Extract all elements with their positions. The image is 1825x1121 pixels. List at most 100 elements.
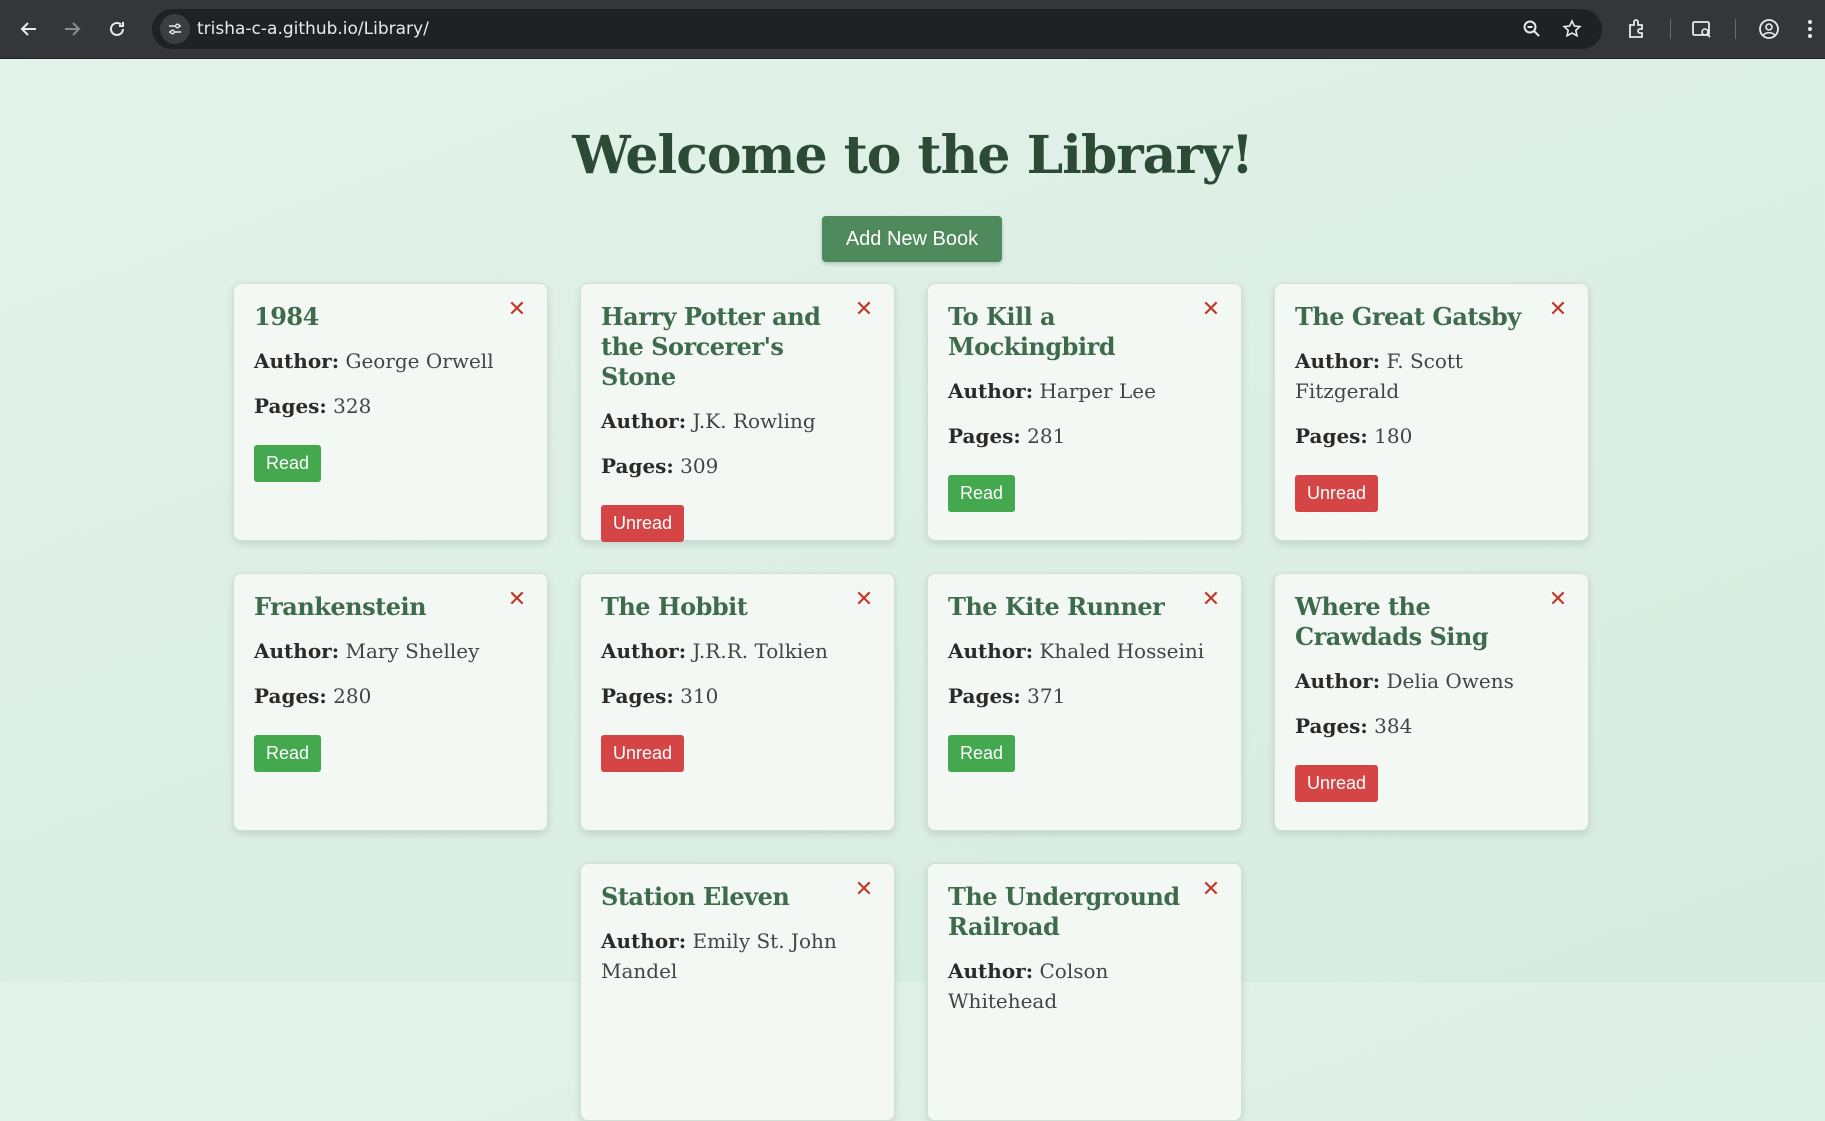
book-title: The Kite Runner [948,592,1165,621]
author-label: Author: [948,379,1034,403]
pages-value: 281 [1027,424,1066,448]
book-title: To Kill a Mockingbird [948,302,1116,361]
read-status-button[interactable]: Read [254,445,322,482]
book-author: Author: Emily St. John Mandel [601,926,874,986]
pages-label: Pages: [601,454,674,478]
book-pages: Pages: 281 [948,421,1221,451]
delete-book-button[interactable]: ✕ [505,588,529,612]
author-label: Author: [1295,669,1381,693]
author-label: Author: [601,639,687,663]
add-new-book-button[interactable]: Add New Book [822,216,1002,262]
read-status-button[interactable]: Unread [601,505,685,542]
delete-book-button[interactable]: ✕ [1546,588,1570,612]
author-label: Author: [254,639,340,663]
read-status-button[interactable]: Unread [601,735,685,772]
delete-book-button[interactable]: ✕ [1546,298,1570,322]
profile-icon[interactable] [1755,15,1783,43]
forward-icon[interactable] [53,10,91,48]
book-card: ✕ 1984 Author: George Orwell Pages: 328 … [233,283,548,541]
book-title: The Hobbit [601,592,748,621]
reload-icon[interactable] [98,10,136,48]
address-bar[interactable]: trisha-c-a.github.io/Library/ [152,9,1602,49]
delete-book-button[interactable]: ✕ [1199,588,1223,612]
author-label: Author: [601,929,687,953]
author-value: Khaled Hosseini [1039,639,1205,663]
pages-label: Pages: [254,394,327,418]
read-status-button[interactable]: Read [948,475,1016,512]
book-pages: Pages: 180 [1295,421,1568,451]
bookmark-star-icon[interactable] [1560,17,1584,41]
author-value: J.K. Rowling [692,409,816,433]
tab-search-icon[interactable] [1688,15,1716,43]
author-label: Author: [1295,349,1381,373]
site-settings-icon[interactable] [160,14,190,44]
book-author: Author: Khaled Hosseini [948,636,1221,666]
book-card: ✕ Where the Crawdads Sing Author: Delia … [1274,573,1589,831]
book-pages: Pages: 310 [601,681,874,711]
pages-value: 309 [680,454,719,478]
toolbar-divider [1735,19,1736,39]
book-author: Author: Colson Whitehead [948,956,1221,1016]
author-value: Harper Lee [1039,379,1156,403]
book-pages: Pages: 371 [948,681,1221,711]
read-status-button[interactable]: Read [254,735,322,772]
book-title: 1984 [254,302,319,331]
book-card: ✕ Station Eleven Author: Emily St. John … [580,863,895,1121]
book-author: Author: F. Scott Fitzgerald [1295,346,1568,406]
book-title: The Great Gatsby [1295,302,1521,331]
menu-icon[interactable] [1800,15,1820,43]
book-card: ✕ Frankenstein Author: Mary Shelley Page… [233,573,548,831]
book-author: Author: J.R.R. Tolkien [601,636,874,666]
book-title: Station Eleven [601,882,790,911]
pages-value: 180 [1374,424,1413,448]
pages-value: 310 [680,684,719,708]
read-status-button[interactable]: Unread [1295,475,1379,512]
book-grid: ✕ 1984 Author: George Orwell Pages: 328 … [233,283,1593,1121]
book-pages: Pages: 280 [254,681,527,711]
browser-toolbar: trisha-c-a.github.io/Library/ [0,0,1825,59]
book-author: Author: J.K. Rowling [601,406,874,436]
author-value: J.R.R. Tolkien [692,639,828,663]
zoom-icon[interactable] [1520,17,1544,41]
author-label: Author: [601,409,687,433]
page-title: Welcome to the Library! [572,125,1254,186]
pages-value: 384 [1374,714,1413,738]
author-value: George Orwell [345,349,494,373]
book-pages: Pages: 384 [1295,711,1568,741]
book-title: Harry Potter and the Sorcerer's Stone [601,302,821,391]
book-card: ✕ To Kill a Mockingbird Author: Harper L… [927,283,1242,541]
toolbar-divider [1670,19,1671,39]
delete-book-button[interactable]: ✕ [852,878,876,902]
delete-book-button[interactable]: ✕ [852,298,876,322]
book-author: Author: Mary Shelley [254,636,527,666]
book-card: ✕ The Hobbit Author: J.R.R. Tolkien Page… [580,573,895,831]
delete-book-button[interactable]: ✕ [505,298,529,322]
delete-book-button[interactable]: ✕ [1199,878,1223,902]
pages-label: Pages: [948,684,1021,708]
book-card: ✕ The Kite Runner Author: Khaled Hossein… [927,573,1242,831]
pages-label: Pages: [601,684,674,708]
book-author: Author: Harper Lee [948,376,1221,406]
pages-label: Pages: [1295,714,1368,738]
pages-value: 280 [333,684,372,708]
author-value: Mary Shelley [345,639,480,663]
read-status-button[interactable]: Unread [1295,765,1379,802]
author-label: Author: [948,639,1034,663]
book-author: Author: George Orwell [254,346,527,376]
author-label: Author: [254,349,340,373]
author-label: Author: [948,959,1034,983]
author-value: Delia Owens [1386,669,1514,693]
pages-label: Pages: [254,684,327,708]
book-title: Where the Crawdads Sing [1295,592,1489,651]
book-card: ✕ Harry Potter and the Sorcerer's Stone … [580,283,895,542]
delete-book-button[interactable]: ✕ [1199,298,1223,322]
read-status-button[interactable]: Read [948,735,1016,772]
back-icon[interactable] [10,10,48,48]
pages-value: 371 [1027,684,1066,708]
book-pages: Pages: 328 [254,391,527,421]
extensions-icon[interactable] [1623,15,1651,43]
delete-book-button[interactable]: ✕ [852,588,876,612]
url-text[interactable]: trisha-c-a.github.io/Library/ [197,19,429,39]
book-card: ✕ The Underground Railroad Author: Colso… [927,863,1242,1121]
pages-label: Pages: [948,424,1021,448]
